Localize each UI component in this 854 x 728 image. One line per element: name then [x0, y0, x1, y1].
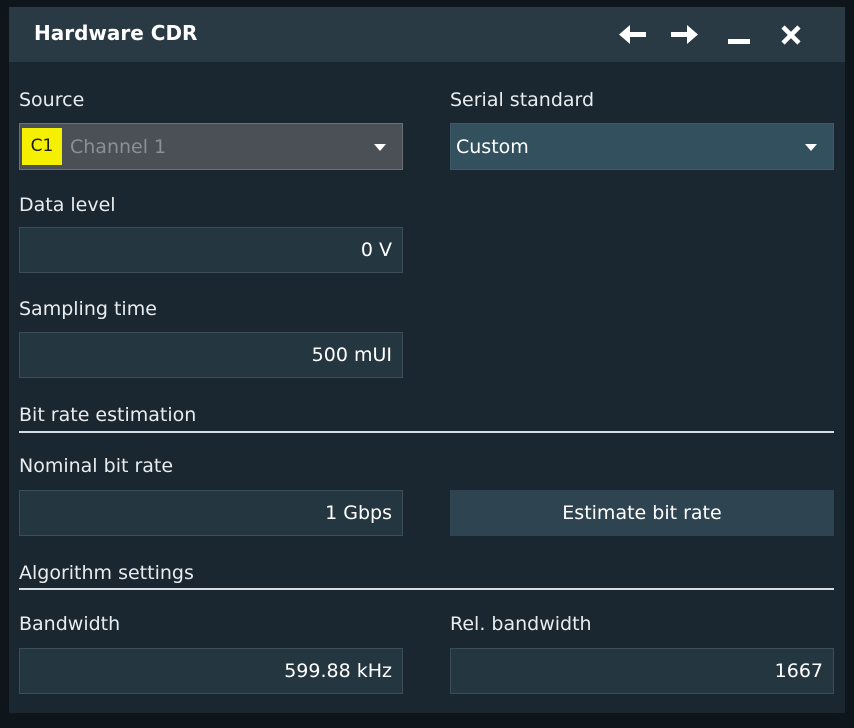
- arrow-left-icon: [618, 24, 648, 46]
- sampling-time-value: 500 mUI: [311, 344, 392, 366]
- minimize-icon: [726, 24, 752, 46]
- source-dropdown[interactable]: C1 Channel 1: [19, 123, 403, 170]
- serial-standard-label: Serial standard: [450, 89, 595, 111]
- back-button[interactable]: [615, 17, 651, 53]
- rel-bandwidth-field[interactable]: 1667: [450, 648, 834, 694]
- rel-bandwidth-label: Rel. bandwidth: [450, 613, 592, 635]
- chevron-down-icon: [374, 144, 386, 151]
- data-level-label: Data level: [19, 194, 116, 216]
- hardware-cdr-dialog: Hardware CDR Source C1 Channel 1 Serial …: [9, 7, 845, 713]
- source-value: Channel 1: [70, 136, 167, 158]
- dialog-title: Hardware CDR: [34, 21, 198, 45]
- bandwidth-field[interactable]: 599.88 kHz: [19, 648, 403, 694]
- serial-standard-value: Custom: [456, 136, 529, 158]
- close-icon: [779, 23, 803, 47]
- section-divider: [19, 588, 834, 590]
- bit-rate-estimation-heading: Bit rate estimation: [19, 404, 197, 426]
- estimate-bit-rate-button[interactable]: Estimate bit rate: [450, 490, 834, 536]
- nominal-bit-rate-label: Nominal bit rate: [19, 455, 174, 477]
- nominal-bit-rate-value: 1 Gbps: [325, 502, 392, 524]
- rel-bandwidth-value: 1667: [774, 660, 823, 682]
- channel-badge: C1: [22, 128, 62, 165]
- title-bar: Hardware CDR: [9, 7, 845, 62]
- bandwidth-value: 599.88 kHz: [284, 660, 392, 682]
- sampling-time-label: Sampling time: [19, 298, 157, 320]
- section-divider: [19, 431, 834, 433]
- data-level-field[interactable]: 0 V: [19, 227, 403, 273]
- source-label: Source: [19, 89, 85, 111]
- algorithm-settings-heading: Algorithm settings: [19, 562, 194, 584]
- minimize-button[interactable]: [721, 17, 757, 53]
- serial-standard-dropdown[interactable]: Custom: [450, 123, 834, 170]
- arrow-right-icon: [669, 24, 699, 46]
- forward-button[interactable]: [666, 17, 702, 53]
- chevron-down-icon: [805, 144, 817, 151]
- data-level-value: 0 V: [360, 239, 392, 261]
- nominal-bit-rate-field[interactable]: 1 Gbps: [19, 490, 403, 536]
- close-button[interactable]: [773, 17, 809, 53]
- sampling-time-field[interactable]: 500 mUI: [19, 332, 403, 378]
- bandwidth-label: Bandwidth: [19, 613, 121, 635]
